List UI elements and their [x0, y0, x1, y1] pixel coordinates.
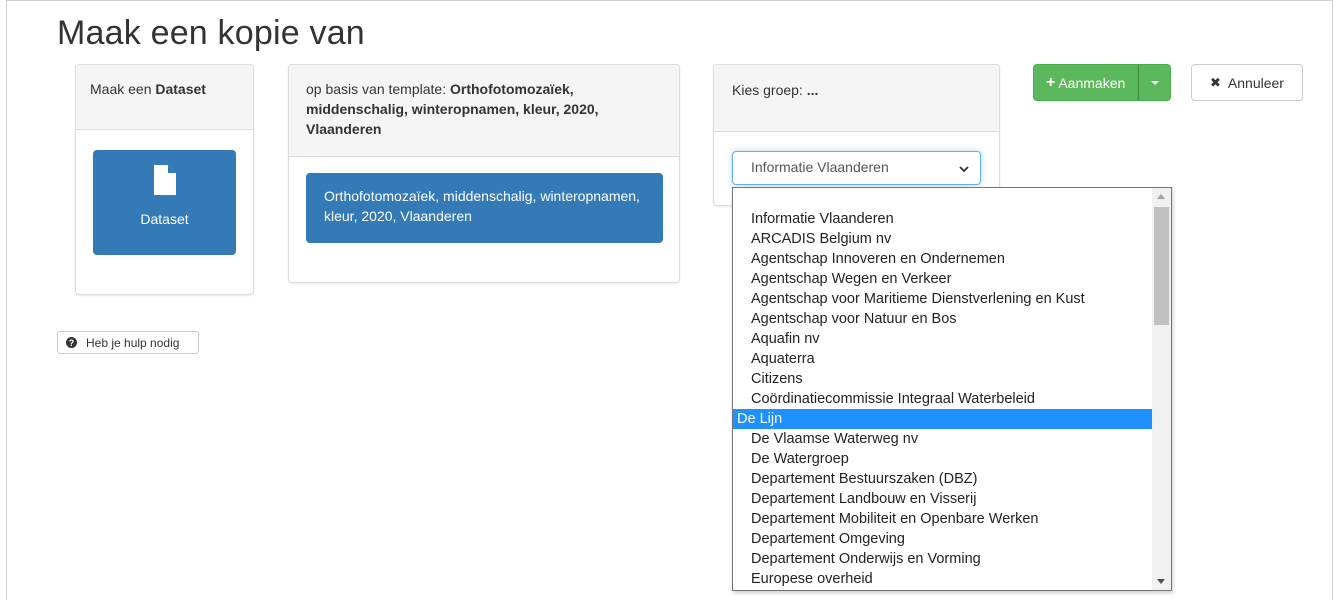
- type-panel-heading: Maak een Dataset: [76, 65, 253, 130]
- group-option[interactable]: Agentschap voor Maritieme Dienstverlenin…: [733, 289, 1152, 309]
- help-button-label: Heb je hulp nodig: [86, 335, 180, 350]
- group-option[interactable]: Citizens: [733, 369, 1152, 389]
- group-select[interactable]: Informatie Vlaanderen: [732, 151, 981, 185]
- scroll-down-arrow-icon[interactable]: [1157, 579, 1165, 584]
- group-option[interactable]: De Vlaamse Waterweg nv: [733, 429, 1152, 449]
- scroll-up-arrow-icon[interactable]: [1157, 194, 1165, 199]
- caret-down-icon: [1150, 80, 1159, 85]
- type-heading-bold: Dataset: [155, 81, 206, 97]
- group-option[interactable]: Agentschap Wegen en Verkeer: [733, 269, 1152, 289]
- group-option[interactable]: Aquafin nv: [733, 329, 1152, 349]
- group-panel: Kies groep: ... Informatie Vlaanderen: [713, 64, 1000, 206]
- type-panel: Maak een Dataset Dataset: [75, 64, 254, 295]
- dataset-tile-label: Dataset: [140, 211, 189, 227]
- group-option[interactable]: Departement Onderwijs en Vorming: [733, 549, 1152, 569]
- group-select-value: Informatie Vlaanderen: [751, 159, 889, 175]
- group-panel-heading: Kies groep: ...: [714, 65, 999, 132]
- cancel-button-label: Annuleer: [1227, 74, 1284, 91]
- cancel-button[interactable]: ✖ Annuleer: [1191, 64, 1303, 101]
- page-title: Maak een kopie van: [57, 14, 365, 52]
- group-heading-bold: ...: [806, 82, 819, 98]
- group-option[interactable]: Coördinatiecommissie Integraal Waterbele…: [733, 389, 1152, 409]
- plus-icon: +: [1046, 73, 1056, 91]
- create-button-label: Aanmaken: [1058, 74, 1126, 91]
- group-option[interactable]: Departement Landbouw en Visserij: [733, 489, 1152, 509]
- close-icon: ✖: [1210, 74, 1221, 90]
- create-button-group: + Aanmaken: [1033, 64, 1172, 101]
- template-tile[interactable]: Orthofotomozaïek, middenschalig, wintero…: [306, 173, 663, 243]
- file-icon: [153, 165, 176, 195]
- group-option[interactable]: Europese overheid: [733, 569, 1152, 589]
- scroll-thumb[interactable]: [1154, 207, 1169, 325]
- type-heading-prefix: Maak een: [90, 81, 152, 97]
- group-option[interactable]: De Lijn: [733, 409, 1152, 429]
- template-panel-heading: op basis van template: Orthofotomozaïek,…: [289, 65, 679, 157]
- scrollbar[interactable]: [1152, 188, 1171, 590]
- help-button[interactable]: ? Heb je hulp nodig: [57, 331, 199, 354]
- group-option[interactable]: Agentschap Innoveren en Ondernemen: [733, 249, 1152, 269]
- dataset-tile[interactable]: Dataset: [93, 150, 236, 255]
- template-heading-prefix: op basis van template:: [306, 81, 447, 97]
- question-circle-icon: ?: [66, 337, 77, 348]
- group-option[interactable]: De Watergroep: [733, 449, 1152, 469]
- group-dropdown-list[interactable]: Informatie Vlaanderen ARCADIS Belgium nv A…: [732, 187, 1172, 591]
- group-option[interactable]: Informatie Vlaanderen: [733, 209, 1152, 229]
- group-options: Informatie Vlaanderen ARCADIS Belgium nv A…: [733, 209, 1152, 589]
- group-option[interactable]: Aquaterra: [733, 349, 1152, 369]
- group-option[interactable]: Departement Bestuurszaken (DBZ): [733, 469, 1152, 489]
- create-button[interactable]: + Aanmaken: [1033, 64, 1139, 101]
- create-dropdown-toggle[interactable]: [1138, 64, 1172, 101]
- group-option[interactable]: Agentschap voor Natuur en Bos: [733, 309, 1152, 329]
- template-panel: op basis van template: Orthofotomozaïek,…: [288, 64, 680, 283]
- chevron-down-icon: [959, 166, 969, 173]
- group-heading-prefix: Kies groep:: [732, 82, 803, 98]
- group-option[interactable]: ARCADIS Belgium nv: [733, 229, 1152, 249]
- group-option[interactable]: Departement Mobiliteit en Openbare Werke…: [733, 509, 1152, 529]
- group-option[interactable]: Departement Omgeving: [733, 529, 1152, 549]
